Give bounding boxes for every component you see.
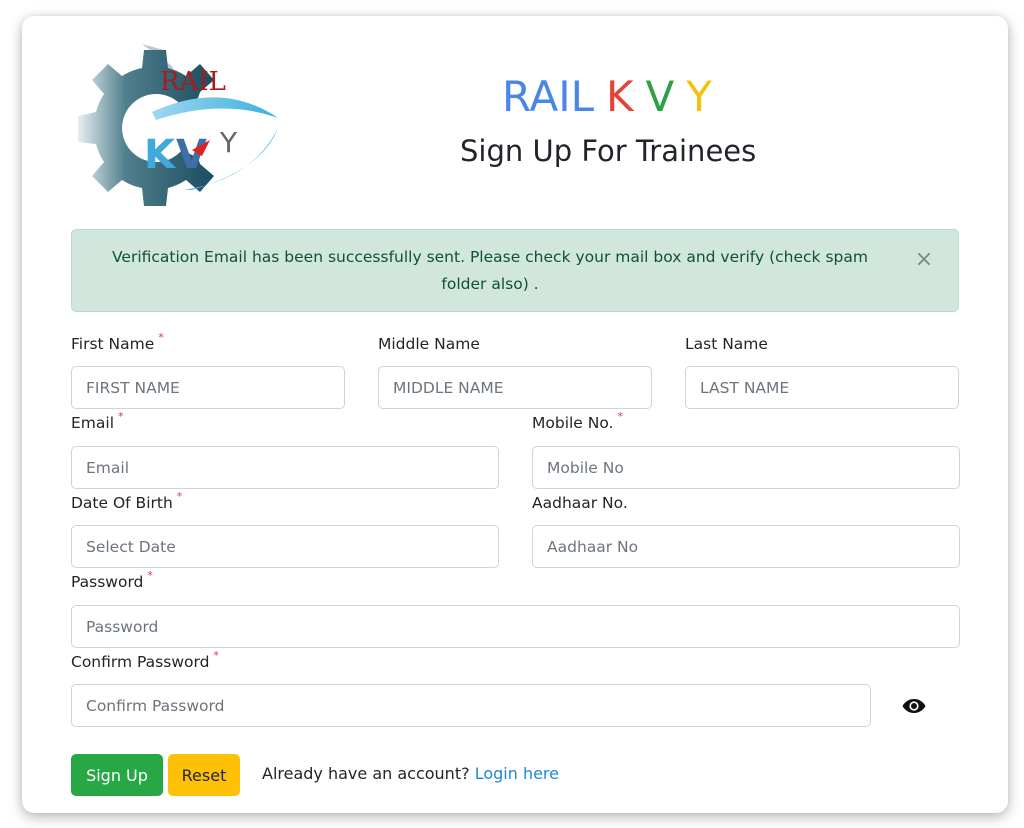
- success-alert: Verification Email has been successfully…: [71, 229, 959, 312]
- email-label: Email *: [71, 410, 124, 432]
- login-prompt: Already have an account? Login here: [262, 764, 559, 783]
- mobile-label: Mobile No. *: [532, 410, 624, 432]
- login-prompt-text: Already have an account?: [262, 764, 470, 783]
- logo-rail-text: RAIL: [160, 67, 226, 97]
- password-input[interactable]: [71, 605, 960, 648]
- required-marker: *: [147, 569, 153, 582]
- alert-message: Verification Email has been successfully…: [112, 248, 868, 293]
- signup-card: RAIL K V Y RAIL K V Y Sign Up For Trainees …: [22, 16, 1008, 813]
- close-icon[interactable]: ×: [912, 247, 936, 272]
- required-marker: *: [213, 649, 219, 662]
- middle-name-label: Middle Name: [378, 335, 480, 353]
- required-marker: *: [176, 490, 183, 503]
- required-marker: *: [118, 410, 124, 423]
- svg-text:K: K: [144, 132, 177, 178]
- dob-label: Date Of Birth *: [71, 490, 183, 512]
- first-name-label: First Name *: [71, 331, 164, 353]
- last-name-input[interactable]: [685, 366, 959, 409]
- page-title: Sign Up For Trainees: [460, 134, 757, 168]
- brand-title: RAIL K V Y: [402, 72, 852, 121]
- password-label: Password *: [71, 569, 153, 591]
- brand-rail: RAIL: [502, 72, 594, 121]
- required-marker: *: [158, 331, 164, 344]
- first-name-input[interactable]: [71, 366, 345, 409]
- aadhaar-input[interactable]: [532, 525, 960, 568]
- reset-button[interactable]: Reset: [168, 754, 240, 796]
- confirm-password-label: Confirm Password *: [71, 649, 219, 671]
- email-input[interactable]: [71, 446, 499, 489]
- middle-name-input[interactable]: [378, 366, 652, 409]
- confirm-password-input[interactable]: [71, 684, 871, 727]
- eye-icon[interactable]: [902, 698, 926, 714]
- aadhaar-label: Aadhaar No.: [532, 494, 628, 512]
- login-link[interactable]: Login here: [475, 764, 559, 783]
- dob-input[interactable]: [71, 525, 499, 568]
- brand-k: K: [606, 72, 634, 121]
- mobile-input[interactable]: [532, 446, 960, 489]
- required-marker: *: [617, 410, 624, 423]
- last-name-label: Last Name: [685, 335, 768, 353]
- svg-text:Y: Y: [219, 126, 238, 159]
- logo-swoosh: [152, 97, 278, 120]
- gear-icon: [78, 44, 214, 206]
- rail-kvy-logo: RAIL K V Y: [78, 44, 278, 206]
- brand-y: Y: [686, 72, 712, 121]
- brand-v: V: [645, 72, 675, 121]
- sign-up-button[interactable]: Sign Up: [71, 754, 163, 796]
